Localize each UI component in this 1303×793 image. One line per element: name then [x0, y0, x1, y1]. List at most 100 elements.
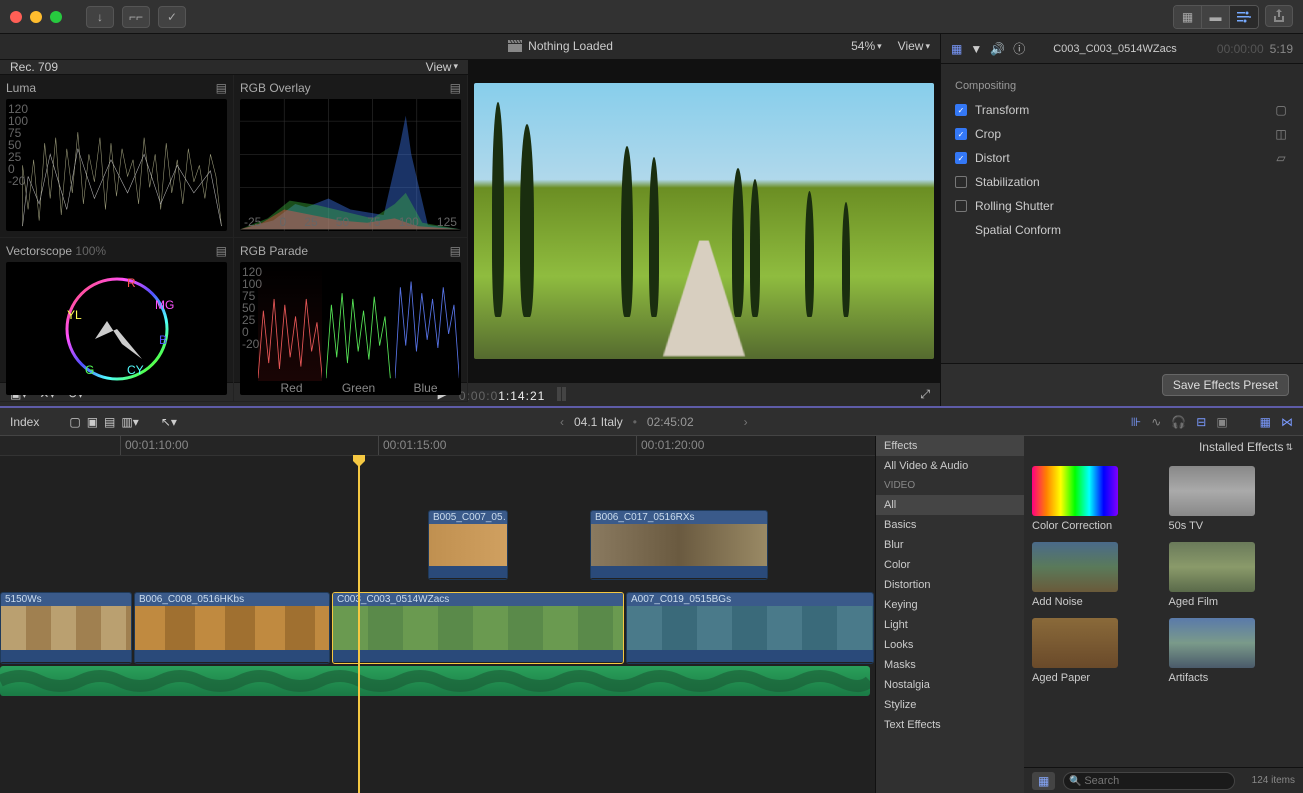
fullscreen-button[interactable]: ⤢: [920, 387, 930, 402]
tl-opt-trans[interactable]: ⋈: [1281, 415, 1293, 429]
inspector-row-spatial-conform[interactable]: Spatial Conform: [955, 218, 1289, 242]
vector-title: Vectorscope: [6, 244, 72, 258]
tl-layout-4[interactable]: ▥▾: [121, 415, 138, 429]
effects-count: 124 items: [1252, 775, 1295, 786]
transform-checkbox[interactable]: ✓: [955, 104, 967, 116]
inspector-row-rolling-shutter[interactable]: Rolling Shutter: [955, 194, 1289, 218]
save-effects-preset-button[interactable]: Save Effects Preset: [1162, 374, 1289, 396]
inspector-info-tab[interactable]: ⓘ: [1013, 40, 1025, 57]
inspector-video-tab[interactable]: ▦: [951, 42, 962, 56]
tl-opt-5[interactable]: ▣: [1216, 415, 1227, 429]
minimize-window-button[interactable]: [30, 11, 42, 23]
layout-inspector-button[interactable]: [1230, 6, 1258, 28]
primary-clip-4[interactable]: A007_C019_0515BGs: [626, 592, 874, 664]
primary-clip-3[interactable]: C003_C003_0514WZacs: [332, 592, 624, 664]
distort-checkbox[interactable]: ✓: [955, 152, 967, 164]
primary-clip-1[interactable]: 5150Ws: [0, 592, 132, 664]
fx-cat-all[interactable]: All: [876, 495, 1024, 515]
fx-view-mode[interactable]: ▦: [1032, 772, 1055, 790]
project-prev[interactable]: ‹: [560, 415, 564, 429]
fx-cat-stylize[interactable]: Stylize: [876, 695, 1024, 715]
tl-layout-3[interactable]: ▤: [104, 415, 115, 429]
inspector-row-stabilization[interactable]: Stabilization: [955, 170, 1289, 194]
primary-clip-2[interactable]: B006_C008_0516HKbs: [134, 592, 330, 664]
import-button[interactable]: ↓: [86, 6, 114, 28]
tl-opt-3[interactable]: 🎧: [1171, 415, 1186, 429]
fx-cat-keying[interactable]: Keying: [876, 595, 1024, 615]
inspector-audio-tab[interactable]: 🔊: [990, 42, 1005, 56]
project-next[interactable]: ›: [744, 415, 748, 429]
fx-item-artifacts[interactable]: Artifacts: [1169, 618, 1296, 684]
distort-icon[interactable]: ▱: [1273, 151, 1289, 165]
layout-browser-button[interactable]: ▦: [1174, 6, 1202, 28]
fx-cat-looks[interactable]: Looks: [876, 635, 1024, 655]
clapper-icon: [508, 40, 522, 52]
inspector-row-crop[interactable]: ✓ Crop ◫: [955, 122, 1289, 146]
transform-icon[interactable]: ▢: [1273, 103, 1289, 117]
viewer-loaded-label: Nothing Loaded: [528, 39, 613, 53]
stabilization-checkbox[interactable]: [955, 176, 967, 188]
titlebar: ↓ ⌐⌐ ✓ ▦ ▬: [0, 0, 1303, 34]
tl-opt-fx[interactable]: ▦: [1260, 415, 1271, 429]
svg-text:G: G: [85, 363, 94, 377]
connected-clip-2[interactable]: B006_C017_0516RXs: [590, 510, 768, 580]
fx-cat-color[interactable]: Color: [876, 555, 1024, 575]
installed-effects-dropdown[interactable]: Installed Effects⇅: [1199, 440, 1293, 454]
timeline-ruler[interactable]: 00:01:10:0000:01:15:0000:01:20:00: [0, 436, 875, 456]
fx-cat-distortion[interactable]: Distortion: [876, 575, 1024, 595]
scope-settings-icon[interactable]: ▤: [450, 244, 461, 258]
effects-header: Effects: [876, 436, 1024, 456]
inspector-clip-name: C003_C003_0514WZacs: [1053, 43, 1177, 55]
playhead[interactable]: [358, 456, 360, 793]
maximize-window-button[interactable]: [50, 11, 62, 23]
scope-settings-icon[interactable]: ▤: [450, 81, 461, 95]
keyword-button[interactable]: ⌐⌐: [122, 6, 150, 28]
crop-checkbox[interactable]: ✓: [955, 128, 967, 140]
close-window-button[interactable]: [10, 11, 22, 23]
fx-item-aged-film[interactable]: Aged Film: [1169, 542, 1296, 608]
fx-item-add-noise[interactable]: Add Noise: [1032, 542, 1159, 608]
fx-cat-basics[interactable]: Basics: [876, 515, 1024, 535]
scope-settings-icon[interactable]: ▤: [216, 81, 227, 95]
svg-text:CY: CY: [127, 363, 144, 377]
timeline-index-button[interactable]: Index: [10, 415, 39, 429]
rgb-parade-scope: RGB Parade▤ 1201007550250-20 RedGreenBlu…: [234, 238, 468, 402]
tl-layout-2[interactable]: ▣: [87, 415, 98, 429]
audio-track[interactable]: [0, 666, 870, 696]
fx-item-50s-tv[interactable]: 50s TV: [1169, 466, 1296, 532]
bg-tasks-button[interactable]: ✓: [158, 6, 186, 28]
fx-cat-blur[interactable]: Blur: [876, 535, 1024, 555]
fx-cat-all-video-audio[interactable]: All Video & Audio: [876, 456, 1024, 476]
fx-cat-light[interactable]: Light: [876, 615, 1024, 635]
zoom-dropdown[interactable]: 54% ▾: [851, 39, 882, 53]
share-button[interactable]: [1265, 5, 1293, 27]
timeline-tracks[interactable]: B005_C007_05… B006_C017_0516RXs 5150Ws B…: [0, 456, 875, 793]
vectorscope: Vectorscope 100%▤ R MG B CY: [0, 238, 234, 402]
view-dropdown[interactable]: View ▾: [898, 39, 930, 53]
connected-clip-1[interactable]: B005_C007_05…: [428, 510, 508, 580]
scope-settings-icon[interactable]: ▤: [216, 244, 227, 258]
fx-item-aged-paper[interactable]: Aged Paper: [1032, 618, 1159, 684]
scopes-view-dropdown[interactable]: View ▾: [426, 60, 458, 74]
fx-item-color-correction[interactable]: Color Correction: [1032, 466, 1159, 532]
luma-scope: Luma▤ 1201007550250-20: [0, 75, 234, 239]
fx-cat-text-effects[interactable]: Text Effects: [876, 715, 1024, 735]
tl-layout-1[interactable]: ▢: [69, 415, 80, 429]
rolling-shutter-checkbox[interactable]: [955, 200, 967, 212]
viewer-canvas-area[interactable]: [468, 60, 940, 382]
tl-opt-1[interactable]: ⊪: [1131, 415, 1141, 429]
inspector-row-distort[interactable]: ✓ Distort ▱: [955, 146, 1289, 170]
inspector-section-compositing: Compositing: [955, 74, 1289, 98]
arrow-tool[interactable]: ↖▾: [161, 415, 177, 429]
tl-opt-2[interactable]: ∿: [1151, 415, 1161, 429]
rgb-overlay-scope: RGB Overlay▤ -250255075100125: [234, 75, 468, 239]
layout-timeline-button[interactable]: ▬: [1202, 6, 1230, 28]
fx-cat-nostalgia[interactable]: Nostalgia: [876, 675, 1024, 695]
inspector-row-transform[interactable]: ✓ Transform ▢: [955, 98, 1289, 122]
fx-cat-masks[interactable]: Masks: [876, 655, 1024, 675]
inspector-filter-tab[interactable]: ▼: [970, 42, 982, 56]
effects-search-input[interactable]: [1063, 772, 1235, 790]
tl-opt-4[interactable]: ⊟: [1196, 415, 1206, 429]
fx-cat-video: VIDEO: [876, 476, 1024, 495]
crop-icon[interactable]: ◫: [1273, 127, 1289, 141]
